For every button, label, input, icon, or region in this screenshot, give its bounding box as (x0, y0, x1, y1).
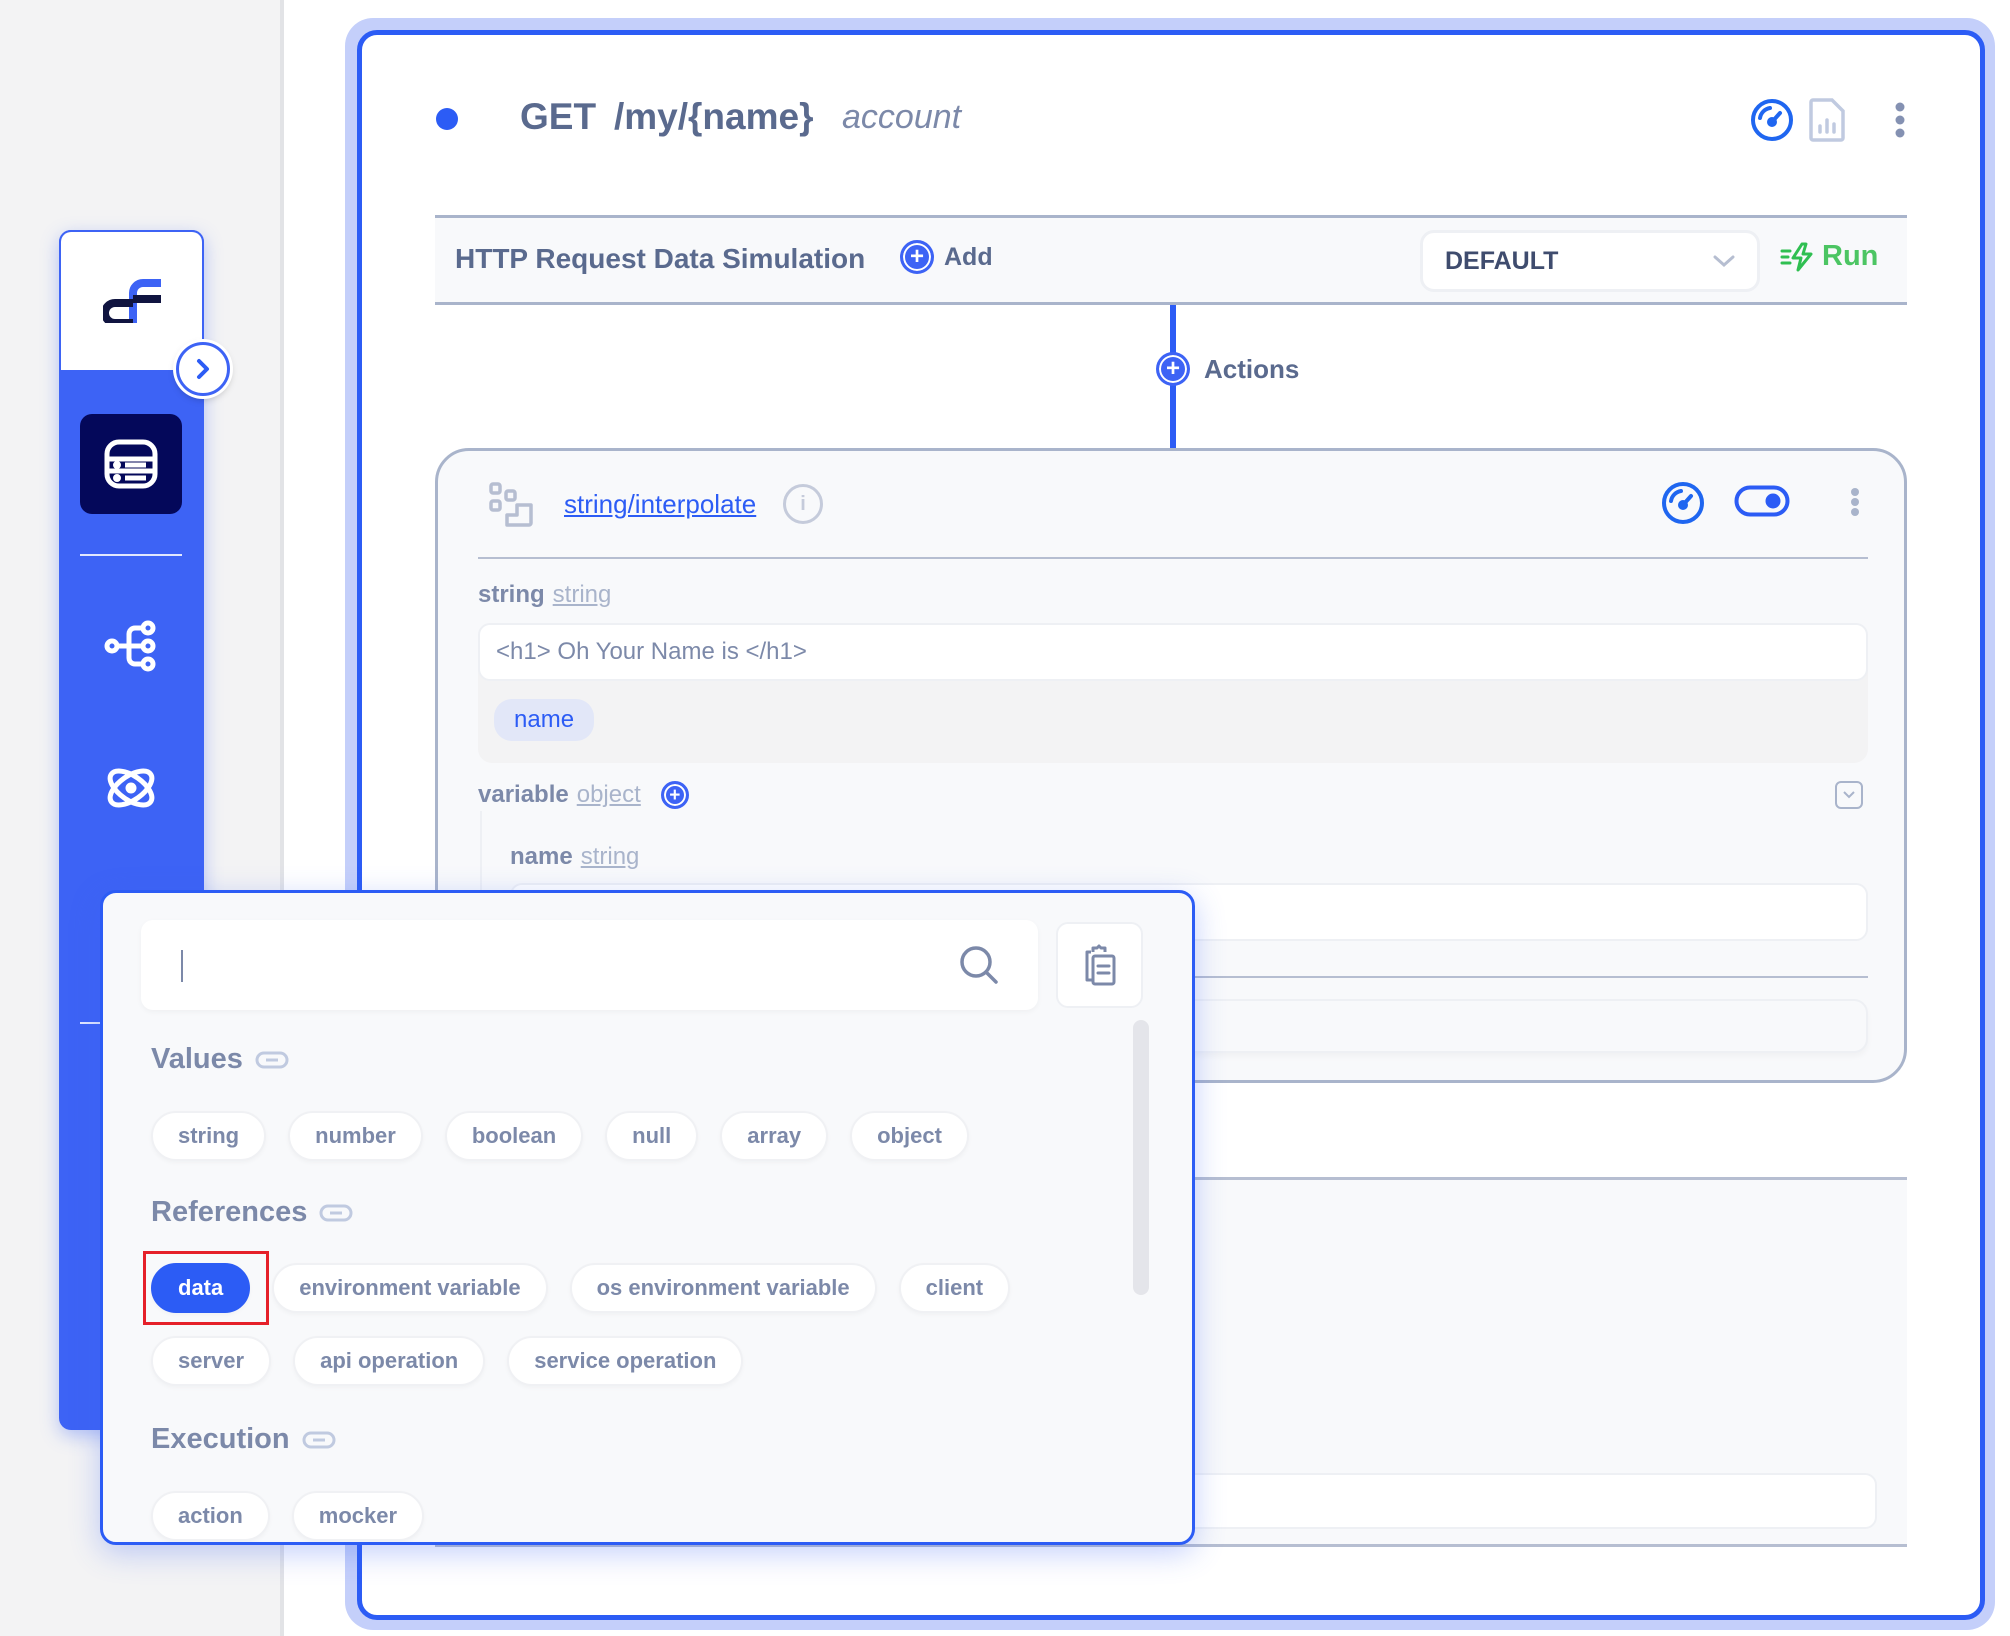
add-simulation-button[interactable]: + Add (900, 240, 993, 274)
environment-select[interactable]: DEFAULT (1420, 230, 1760, 292)
sidebar-item-atom[interactable] (80, 738, 182, 838)
picker-scrollbar[interactable] (1133, 1020, 1149, 1295)
field-type[interactable]: string (553, 581, 612, 608)
chip-array[interactable]: array (720, 1111, 829, 1161)
references-chips-row-2: server api operation service operation (151, 1336, 744, 1386)
action-divider (478, 557, 1868, 559)
info-icon[interactable]: i (783, 484, 823, 524)
selection-highlight (143, 1251, 269, 1325)
sidebar-logo[interactable] (59, 230, 204, 370)
string-input[interactable]: <h1> Oh Your Name is </h1> (478, 623, 1868, 681)
chip-client[interactable]: client (898, 1263, 1011, 1313)
field-name-label: name string (510, 843, 639, 871)
chip-boolean[interactable]: boolean (444, 1111, 584, 1161)
token-chip[interactable]: name (494, 699, 595, 741)
df-logo-icon (102, 279, 161, 323)
action-name-link[interactable]: string/interpolate (564, 489, 756, 520)
link-icon (302, 1431, 336, 1448)
http-method: GET (520, 96, 597, 137)
speedometer-icon (1662, 482, 1704, 524)
add-label: Add (944, 242, 993, 271)
sidebar-item-server-stack[interactable] (80, 414, 182, 514)
chevron-down-icon (1713, 255, 1735, 268)
sidebar-divider (80, 554, 182, 556)
clipboard-paste-icon (1085, 944, 1115, 986)
speedometer-icon (1751, 99, 1793, 141)
value-picker-popover: Values string number boolean null array … (100, 890, 1195, 1545)
field-type[interactable]: string (581, 843, 640, 870)
sidebar-expand-button[interactable] (176, 342, 230, 396)
section-references: References (151, 1196, 353, 1229)
values-chips: string number boolean null array object (151, 1111, 969, 1161)
toggle-on-icon (1734, 485, 1790, 517)
chip-server[interactable]: server (151, 1336, 272, 1386)
search-button[interactable] (958, 944, 1000, 991)
actions-label: Actions (1204, 353, 1300, 384)
status-dot (436, 108, 458, 130)
section-title: Values (151, 1043, 243, 1075)
chevron-down-icon (1843, 791, 1855, 799)
field-label-text: variable (478, 781, 569, 808)
environment-value: DEFAULT (1445, 246, 1559, 275)
sidebar-divider-2 (80, 1022, 100, 1024)
action-performance-button[interactable] (1661, 481, 1705, 530)
picker-search-input[interactable] (191, 940, 891, 990)
endpoint-path: /my/{name} (614, 96, 814, 137)
add-action-button[interactable]: + Actions (1156, 352, 1299, 386)
section-values: Values (151, 1043, 289, 1076)
references-chips-row-1: data environment variable os environment… (151, 1263, 1011, 1313)
link-icon (319, 1204, 353, 1221)
section-title: References (151, 1196, 308, 1228)
flow-branch-icon (104, 620, 156, 672)
execution-chips: action mocker (151, 1491, 425, 1541)
chip-null[interactable]: null (605, 1111, 699, 1161)
server-stack-icon (104, 439, 158, 489)
plus-circle-icon: + (1156, 352, 1190, 386)
search-icon (960, 946, 998, 984)
stairs-blocks-icon (489, 482, 533, 527)
chip-api-operation[interactable]: api operation (293, 1336, 486, 1386)
atom-icon (107, 768, 155, 808)
chip-os-environment-variable[interactable]: os environment variable (569, 1263, 877, 1313)
action-type (488, 481, 536, 534)
action-enabled-toggle[interactable] (1734, 485, 1790, 522)
more-vertical-icon (1895, 102, 1905, 138)
chip-string[interactable]: string (151, 1111, 267, 1161)
chip-object[interactable]: object (850, 1111, 969, 1161)
report-file-icon (1809, 98, 1845, 142)
more-vertical-icon (1851, 488, 1859, 516)
simulation-bar: HTTP Request Data Simulation + Add DEFAU… (435, 215, 1907, 305)
field-variable-label: variable object + (478, 781, 689, 809)
sidebar-item-flow[interactable] (80, 596, 182, 696)
report-button[interactable] (1805, 98, 1849, 142)
chip-environment-variable[interactable]: environment variable (272, 1263, 548, 1313)
performance-button[interactable] (1750, 98, 1794, 142)
lightning-run-icon (1780, 242, 1813, 271)
text-caret (181, 950, 183, 982)
field-label-text: string (478, 581, 545, 608)
run-label: Run (1822, 240, 1879, 272)
section-title: Execution (151, 1423, 290, 1455)
simulation-title: HTTP Request Data Simulation (455, 243, 866, 274)
chevron-right-icon (197, 359, 209, 379)
add-variable-button[interactable]: + (660, 781, 689, 809)
field-label-text: name (510, 843, 573, 870)
section-execution: Execution (151, 1423, 336, 1456)
endpoint-name[interactable]: account (842, 98, 961, 137)
chip-action[interactable]: action (151, 1491, 270, 1541)
chip-mocker[interactable]: mocker (291, 1491, 425, 1541)
paste-button[interactable] (1056, 922, 1143, 1008)
string-field: <h1> Oh Your Name is </h1> name (478, 623, 1868, 763)
field-string-label: string string (478, 581, 611, 609)
link-icon (255, 1051, 289, 1068)
action-more-button[interactable] (1850, 487, 1860, 522)
plus-circle-icon: + (900, 240, 934, 274)
chip-number[interactable]: number (288, 1111, 423, 1161)
more-options-button[interactable] (1878, 98, 1922, 142)
picker-search-field[interactable] (141, 920, 1038, 1010)
field-type[interactable]: object (577, 781, 641, 809)
collapse-button[interactable] (1835, 781, 1863, 809)
chip-service-operation[interactable]: service operation (507, 1336, 744, 1386)
run-button[interactable]: Run (1780, 240, 1878, 273)
